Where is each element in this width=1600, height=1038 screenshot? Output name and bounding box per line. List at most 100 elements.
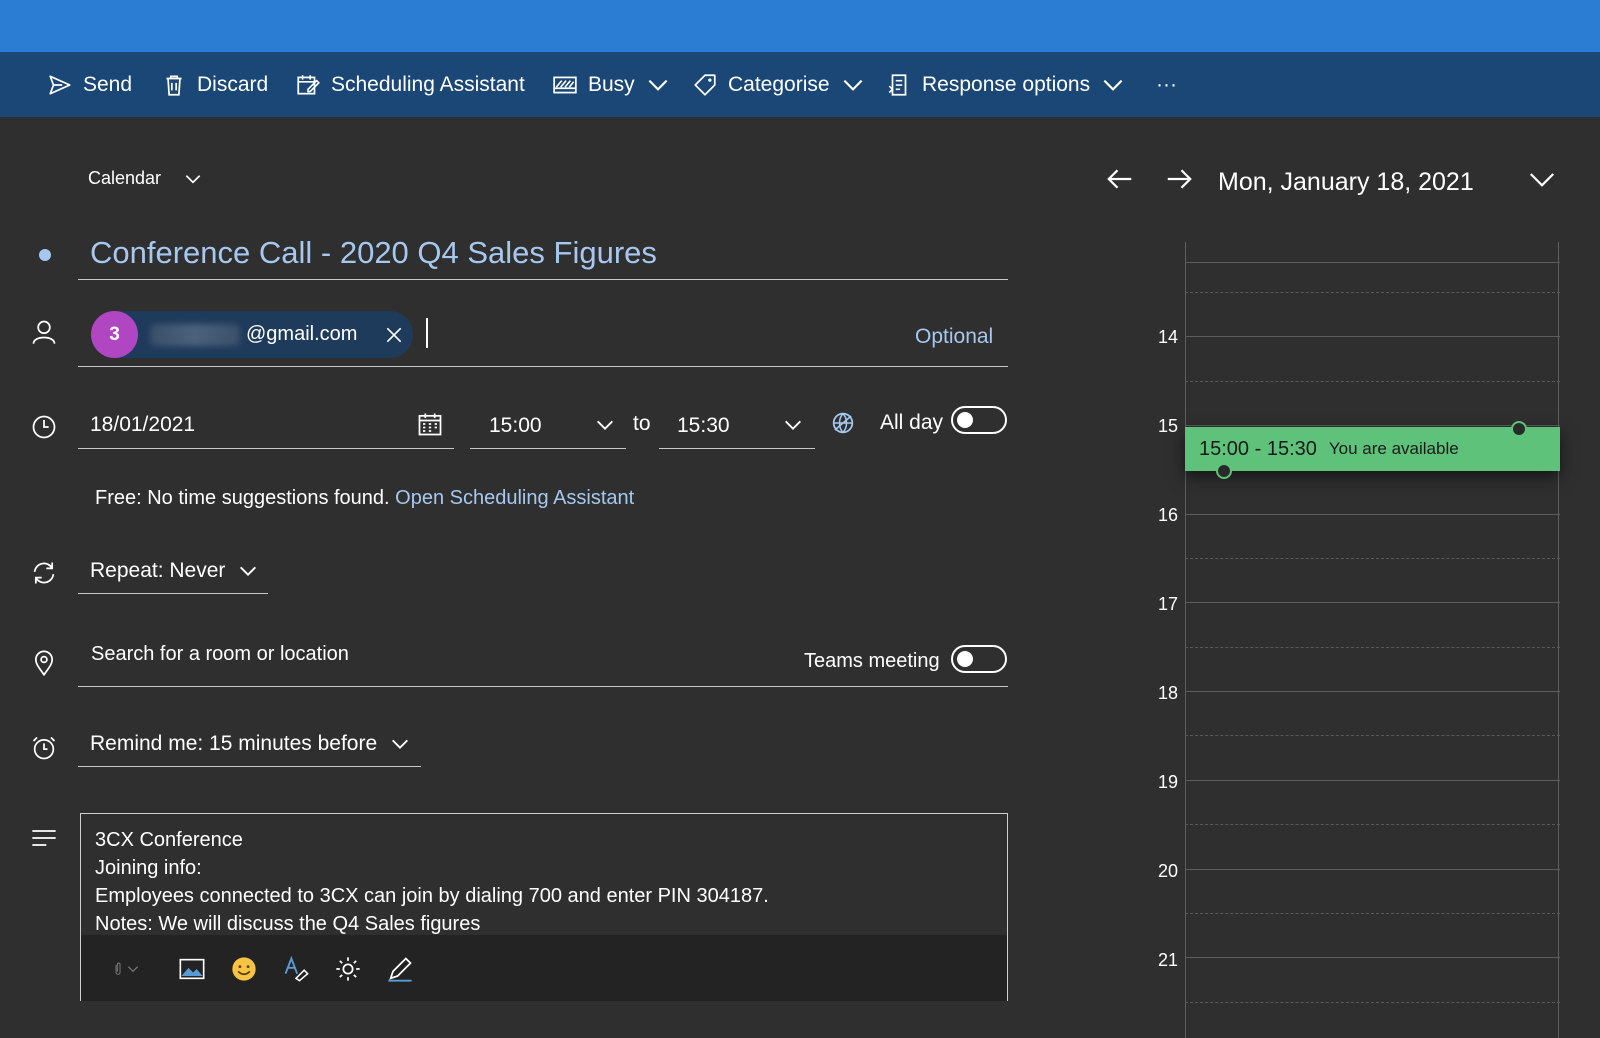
scheduling-assistant-label: Scheduling Assistant (331, 72, 525, 96)
previous-day-button[interactable] (1105, 164, 1137, 196)
day-view-grid[interactable] (1185, 242, 1560, 1038)
chevron-down-icon (240, 566, 257, 576)
body-line: Notes: We will discuss the Q4 Sales figu… (95, 913, 481, 935)
event-resize-handle-top[interactable] (1511, 421, 1527, 437)
toggle-knob (957, 651, 973, 667)
half-hour-line (1185, 647, 1560, 648)
sun-icon (336, 957, 360, 981)
image-icon (179, 958, 205, 980)
more-options-button[interactable]: ··· (1156, 52, 1177, 117)
redacted-name (150, 323, 240, 346)
busy-label: Busy (588, 72, 635, 96)
chevron-down-icon (648, 79, 668, 91)
start-time-value: 15:00 (489, 414, 542, 437)
repeat-dropdown[interactable]: Repeat: Never (78, 548, 268, 594)
hour-line (1185, 336, 1560, 337)
chevron-down-icon (185, 174, 201, 184)
event-preview-block[interactable]: 15:00 - 15:30 You are available (1185, 427, 1560, 471)
calendar-selector[interactable]: Calendar (88, 168, 203, 189)
discard-label: Discard (197, 72, 269, 96)
toggle-knob (957, 412, 973, 428)
discard-button[interactable]: Discard (161, 52, 268, 117)
response-options-label: Response options (922, 72, 1091, 96)
theme-button[interactable] (333, 954, 363, 984)
busy-status-icon (553, 76, 577, 93)
event-time-range: 15:00 - 15:30 (1199, 437, 1317, 460)
hour-label: 15 (1157, 416, 1178, 436)
hour-label: 16 (1157, 505, 1178, 525)
half-hour-line (1185, 913, 1560, 914)
categorise-label: Categorise (728, 72, 830, 96)
end-time-value: 15:30 (677, 414, 730, 437)
avatar: 3 (91, 311, 138, 358)
attendee-chip[interactable]: 3 @gmail.com (91, 311, 413, 358)
availability-status: You are available (1328, 439, 1459, 458)
title-bar (0, 0, 1600, 52)
format-text-button[interactable] (281, 954, 311, 984)
alarm-clock-icon (29, 733, 59, 763)
hour-label: 19 (1157, 772, 1178, 792)
calendar-edit-icon (297, 74, 320, 95)
paperclip-icon (115, 962, 121, 975)
body-line: 3CX Conference (95, 829, 243, 851)
arrow-left-icon (1107, 169, 1132, 189)
teams-meeting-toggle[interactable] (951, 645, 1007, 673)
grid-left-border (1185, 242, 1186, 1038)
event-body-editor[interactable]: 3CX Conference Joining info: Employees c… (80, 813, 1008, 1001)
chevron-down-icon (1529, 173, 1555, 187)
hour-line (1185, 869, 1560, 870)
categorise-dropdown[interactable]: Categorise (692, 52, 866, 117)
day-view-collapse-button[interactable] (1527, 164, 1559, 196)
suggestions-text: Free: No time suggestions found. (95, 487, 390, 509)
location-placeholder: Search for a room or location (91, 643, 349, 665)
time-zone-button[interactable] (828, 408, 858, 438)
insert-picture-button[interactable] (177, 954, 207, 984)
more-icon: ··· (1156, 72, 1177, 96)
hour-label: 20 (1157, 861, 1178, 881)
response-options-dropdown[interactable]: Response options (886, 52, 1126, 117)
event-body-text[interactable]: 3CX Conference Joining info: Employees c… (95, 826, 769, 938)
hour-label: 18 (1157, 683, 1178, 703)
text-lines-icon (29, 823, 59, 853)
text-cursor (426, 318, 428, 348)
chevron-down-icon (1103, 79, 1123, 91)
hour-line (1185, 425, 1560, 426)
all-day-toggle[interactable] (951, 406, 1007, 434)
globe-icon (832, 412, 854, 434)
busy-dropdown[interactable]: Busy (552, 52, 671, 117)
scheduling-assistant-button[interactable]: Scheduling Assistant (295, 52, 525, 117)
hour-line (1185, 514, 1560, 515)
event-resize-handle-bottom[interactable] (1216, 463, 1232, 479)
date-picker-button[interactable] (415, 409, 445, 439)
send-label: Send (83, 72, 133, 96)
grid-right-border (1558, 242, 1559, 1038)
send-button[interactable]: Send (47, 52, 132, 117)
calendar-selector-label: Calendar (88, 168, 162, 188)
to-label: to (633, 412, 651, 435)
body-format-toolbar (81, 935, 1007, 1001)
attach-button[interactable] (103, 954, 147, 984)
trash-icon (166, 74, 182, 96)
day-view-date[interactable]: Mon, January 18, 2021 (1218, 168, 1474, 197)
reminder-dropdown[interactable]: Remind me: 15 minutes before (78, 721, 421, 767)
teams-meeting-label: Teams meeting (804, 650, 940, 672)
chevron-down-icon (843, 79, 862, 91)
emoji-icon (232, 957, 256, 981)
signature-button[interactable] (385, 954, 415, 984)
body-line: Joining info: (95, 857, 202, 879)
chevron-down-icon (785, 420, 801, 430)
calendar-icon (418, 413, 442, 436)
remove-attendee-button[interactable] (383, 324, 405, 346)
event-title-input[interactable]: Conference Call - 2020 Q4 Sales Figures (78, 226, 1008, 280)
half-hour-line (1185, 824, 1560, 825)
optional-attendees-link[interactable]: Optional (915, 325, 993, 349)
emoji-button[interactable] (229, 954, 259, 984)
date-value: 18/01/2021 (90, 413, 196, 436)
open-scheduling-assistant-link[interactable]: Open Scheduling Assistant (395, 487, 634, 509)
half-hour-line (1185, 292, 1560, 293)
repeat-icon (29, 558, 59, 588)
clock-icon (29, 412, 59, 442)
hour-label: 17 (1157, 594, 1178, 614)
hour-label: 14 (1157, 327, 1178, 347)
next-day-button[interactable] (1164, 164, 1196, 196)
